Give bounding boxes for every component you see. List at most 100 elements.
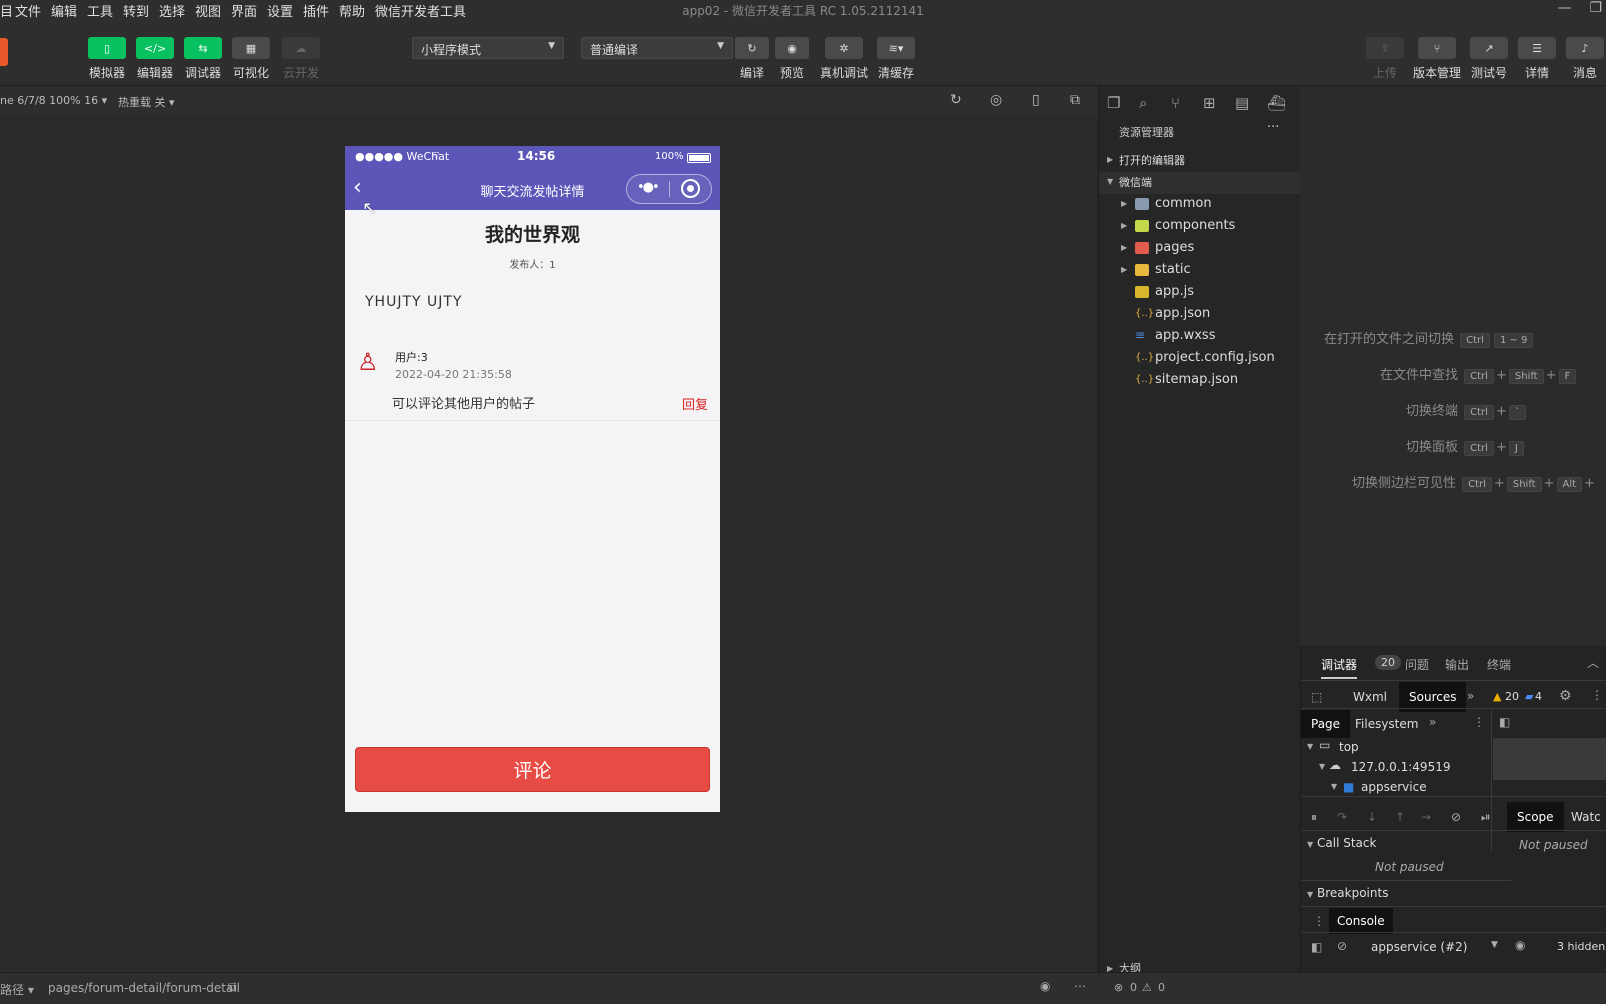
simulator-toggle[interactable]: ▯ bbox=[88, 37, 126, 59]
visual-toggle[interactable]: ▦ bbox=[232, 37, 270, 59]
key: Ctrl bbox=[1464, 369, 1494, 384]
close-mini-program-icon[interactable] bbox=[681, 179, 700, 198]
docker-icon[interactable]: ⛴ bbox=[1267, 94, 1286, 112]
tree-folder[interactable]: ▶ common bbox=[1099, 194, 1301, 216]
mode-select[interactable]: 小程序模式 ▼ bbox=[412, 37, 564, 59]
error-count[interactable]: 0 bbox=[1130, 981, 1137, 994]
eye-icon[interactable]: ◉ bbox=[1040, 979, 1050, 993]
tree-file[interactable]: {..} sitemap.json bbox=[1099, 370, 1301, 392]
root-folder-section[interactable]: ▼ 微信端 bbox=[1099, 172, 1301, 194]
version-label: 版本管理 bbox=[1412, 66, 1461, 80]
preview-button[interactable]: ◉ bbox=[775, 37, 809, 59]
step-icon[interactable]: → bbox=[1421, 810, 1431, 824]
status-time: 14:56 bbox=[517, 149, 556, 163]
tree-file[interactable]: {..} project.config.json bbox=[1099, 348, 1301, 370]
more-tabs-icon[interactable]: » bbox=[1467, 689, 1474, 703]
cloud-toggle[interactable]: ☁ bbox=[282, 37, 320, 59]
tab-page[interactable]: Page bbox=[1301, 710, 1351, 738]
compile-button[interactable]: ↻ bbox=[735, 37, 769, 59]
copy-icon[interactable]: ⧉ bbox=[228, 980, 237, 995]
more-icon[interactable]: ⋯ bbox=[1074, 979, 1086, 993]
warning-count[interactable]: 0 bbox=[1158, 981, 1165, 994]
step-over-icon[interactable]: ↷ bbox=[1337, 810, 1347, 824]
search-icon[interactable]: ⌕ bbox=[1139, 94, 1147, 112]
tree-file[interactable]: ≡ app.wxss bbox=[1099, 326, 1301, 348]
tree-folder[interactable]: ▶ pages bbox=[1099, 238, 1301, 260]
breakpoints-header[interactable]: Breakpoints bbox=[1317, 886, 1388, 900]
maximize-icon[interactable]: ❐ bbox=[1589, 0, 1602, 16]
shortcut-label: 切换面板 bbox=[1406, 440, 1459, 455]
inspect-icon[interactable]: ⬚ bbox=[1311, 690, 1322, 704]
path-label[interactable]: 路径 ▾ bbox=[0, 981, 34, 998]
collapse-icon[interactable]: ︿ bbox=[1587, 654, 1599, 671]
step-into-icon[interactable]: ↓ bbox=[1367, 810, 1377, 824]
step-out-icon[interactable]: ↑ bbox=[1395, 810, 1405, 824]
extensions-icon[interactable]: ⊞ bbox=[1203, 94, 1216, 112]
compile-select[interactable]: 普通编译 ▼ bbox=[581, 37, 733, 59]
more-dots-icon[interactable]: •●• bbox=[637, 180, 660, 195]
tree-file[interactable]: {..} app.json bbox=[1099, 304, 1301, 326]
tab-debugger[interactable]: 调试器 bbox=[1321, 656, 1358, 679]
tab-wxml[interactable]: Wxml bbox=[1353, 690, 1387, 704]
tab-filesystem[interactable]: Filesystem bbox=[1355, 717, 1418, 731]
git-icon[interactable]: ⑂ bbox=[1171, 94, 1180, 112]
tab-console[interactable]: Console bbox=[1329, 908, 1393, 934]
tab-output[interactable]: 输出 bbox=[1445, 656, 1469, 673]
files-icon[interactable]: ❐ bbox=[1107, 94, 1120, 112]
tree-host[interactable]: 127.0.0.1:49519 bbox=[1351, 760, 1450, 774]
kebab-menu-icon[interactable]: ⋮ bbox=[1591, 688, 1603, 702]
bell-icon: ♪ bbox=[1581, 41, 1589, 55]
upload-button[interactable]: ⇧ bbox=[1366, 37, 1404, 59]
editor-toggle[interactable]: </> bbox=[136, 37, 174, 59]
settings-gear-icon[interactable]: ⚙ bbox=[1559, 688, 1572, 704]
detach-icon[interactable]: ⧉ bbox=[1070, 92, 1080, 108]
toggle-sidebar-icon[interactable]: ◧ bbox=[1499, 715, 1510, 729]
hot-reload-toggle[interactable]: 热重载 关 ▾ bbox=[118, 94, 175, 110]
details-button[interactable]: ☰ bbox=[1518, 37, 1556, 59]
sidebar-toggle-icon[interactable]: ◧ bbox=[1311, 940, 1322, 954]
outline-panel-icon[interactable]: ▤ bbox=[1235, 94, 1249, 112]
avatar[interactable] bbox=[0, 38, 8, 66]
clear-cache-button[interactable]: ≋▾ bbox=[877, 37, 915, 59]
phone-status-bar: ●●●●● WeChat ⌔ 14:56 100% bbox=[345, 146, 720, 170]
tab-terminal[interactable]: 终端 bbox=[1487, 656, 1511, 673]
tree-appservice[interactable]: appservice bbox=[1361, 780, 1427, 794]
upload-icon: ⇧ bbox=[1380, 41, 1390, 55]
kebab-menu-icon[interactable]: ⋮ bbox=[1313, 914, 1325, 928]
kebab-menu-icon[interactable]: ⋮ bbox=[1473, 715, 1485, 729]
device-select[interactable]: ne 6/7/8 100% 16 ▾ bbox=[0, 94, 107, 107]
tree-file[interactable]: app.js bbox=[1099, 282, 1301, 304]
call-stack-header[interactable]: Call Stack bbox=[1317, 836, 1376, 850]
comment-button[interactable]: 评论 bbox=[355, 747, 710, 792]
tree-folder[interactable]: ▶ components bbox=[1099, 216, 1301, 238]
pause-icon[interactable]: ⏸ bbox=[1311, 810, 1317, 825]
record-icon[interactable]: ◎ bbox=[990, 92, 1002, 108]
version-button[interactable]: ⑂ bbox=[1418, 37, 1456, 59]
divider bbox=[1301, 830, 1606, 831]
pause-on-exceptions-icon[interactable]: ⏯ bbox=[1481, 810, 1491, 825]
explorer-more-icon[interactable]: ··· bbox=[1267, 120, 1279, 135]
device-icon[interactable]: ▯ bbox=[1032, 92, 1040, 108]
real-debug-button[interactable]: ✲ bbox=[825, 37, 863, 59]
chevron-right-icon: ▶ bbox=[1107, 155, 1114, 164]
open-editors-section[interactable]: ▶ 打开的编辑器 bbox=[1099, 150, 1301, 172]
minimize-icon[interactable]: — bbox=[1557, 0, 1571, 16]
context-select[interactable]: appservice (#2) bbox=[1371, 940, 1467, 954]
tab-issues[interactable]: 问题 bbox=[1405, 656, 1429, 673]
battery-icon bbox=[687, 153, 711, 163]
deactivate-breakpoints-icon[interactable]: ⊘ bbox=[1451, 810, 1461, 824]
clear-console-icon[interactable]: ⊘ bbox=[1337, 939, 1347, 953]
rotate-icon[interactable]: ↻ bbox=[950, 92, 962, 108]
page-path[interactable]: pages/forum-detail/forum-detail bbox=[48, 981, 240, 995]
divider bbox=[1301, 906, 1606, 907]
tree-folder[interactable]: ▶ static bbox=[1099, 260, 1301, 282]
tab-watch[interactable]: Watc bbox=[1571, 810, 1601, 824]
tab-scope[interactable]: Scope bbox=[1507, 802, 1564, 832]
tree-top[interactable]: top bbox=[1339, 740, 1359, 754]
messages-button[interactable]: ♪ bbox=[1566, 37, 1604, 59]
more-tabs-icon[interactable]: » bbox=[1429, 715, 1436, 729]
reply-link[interactable]: 回复 bbox=[682, 394, 708, 413]
eye-icon[interactable]: ◉ bbox=[1515, 938, 1525, 952]
test-account-button[interactable]: ↗ bbox=[1470, 37, 1508, 59]
debugger-toggle[interactable]: ⇆ bbox=[184, 37, 222, 59]
